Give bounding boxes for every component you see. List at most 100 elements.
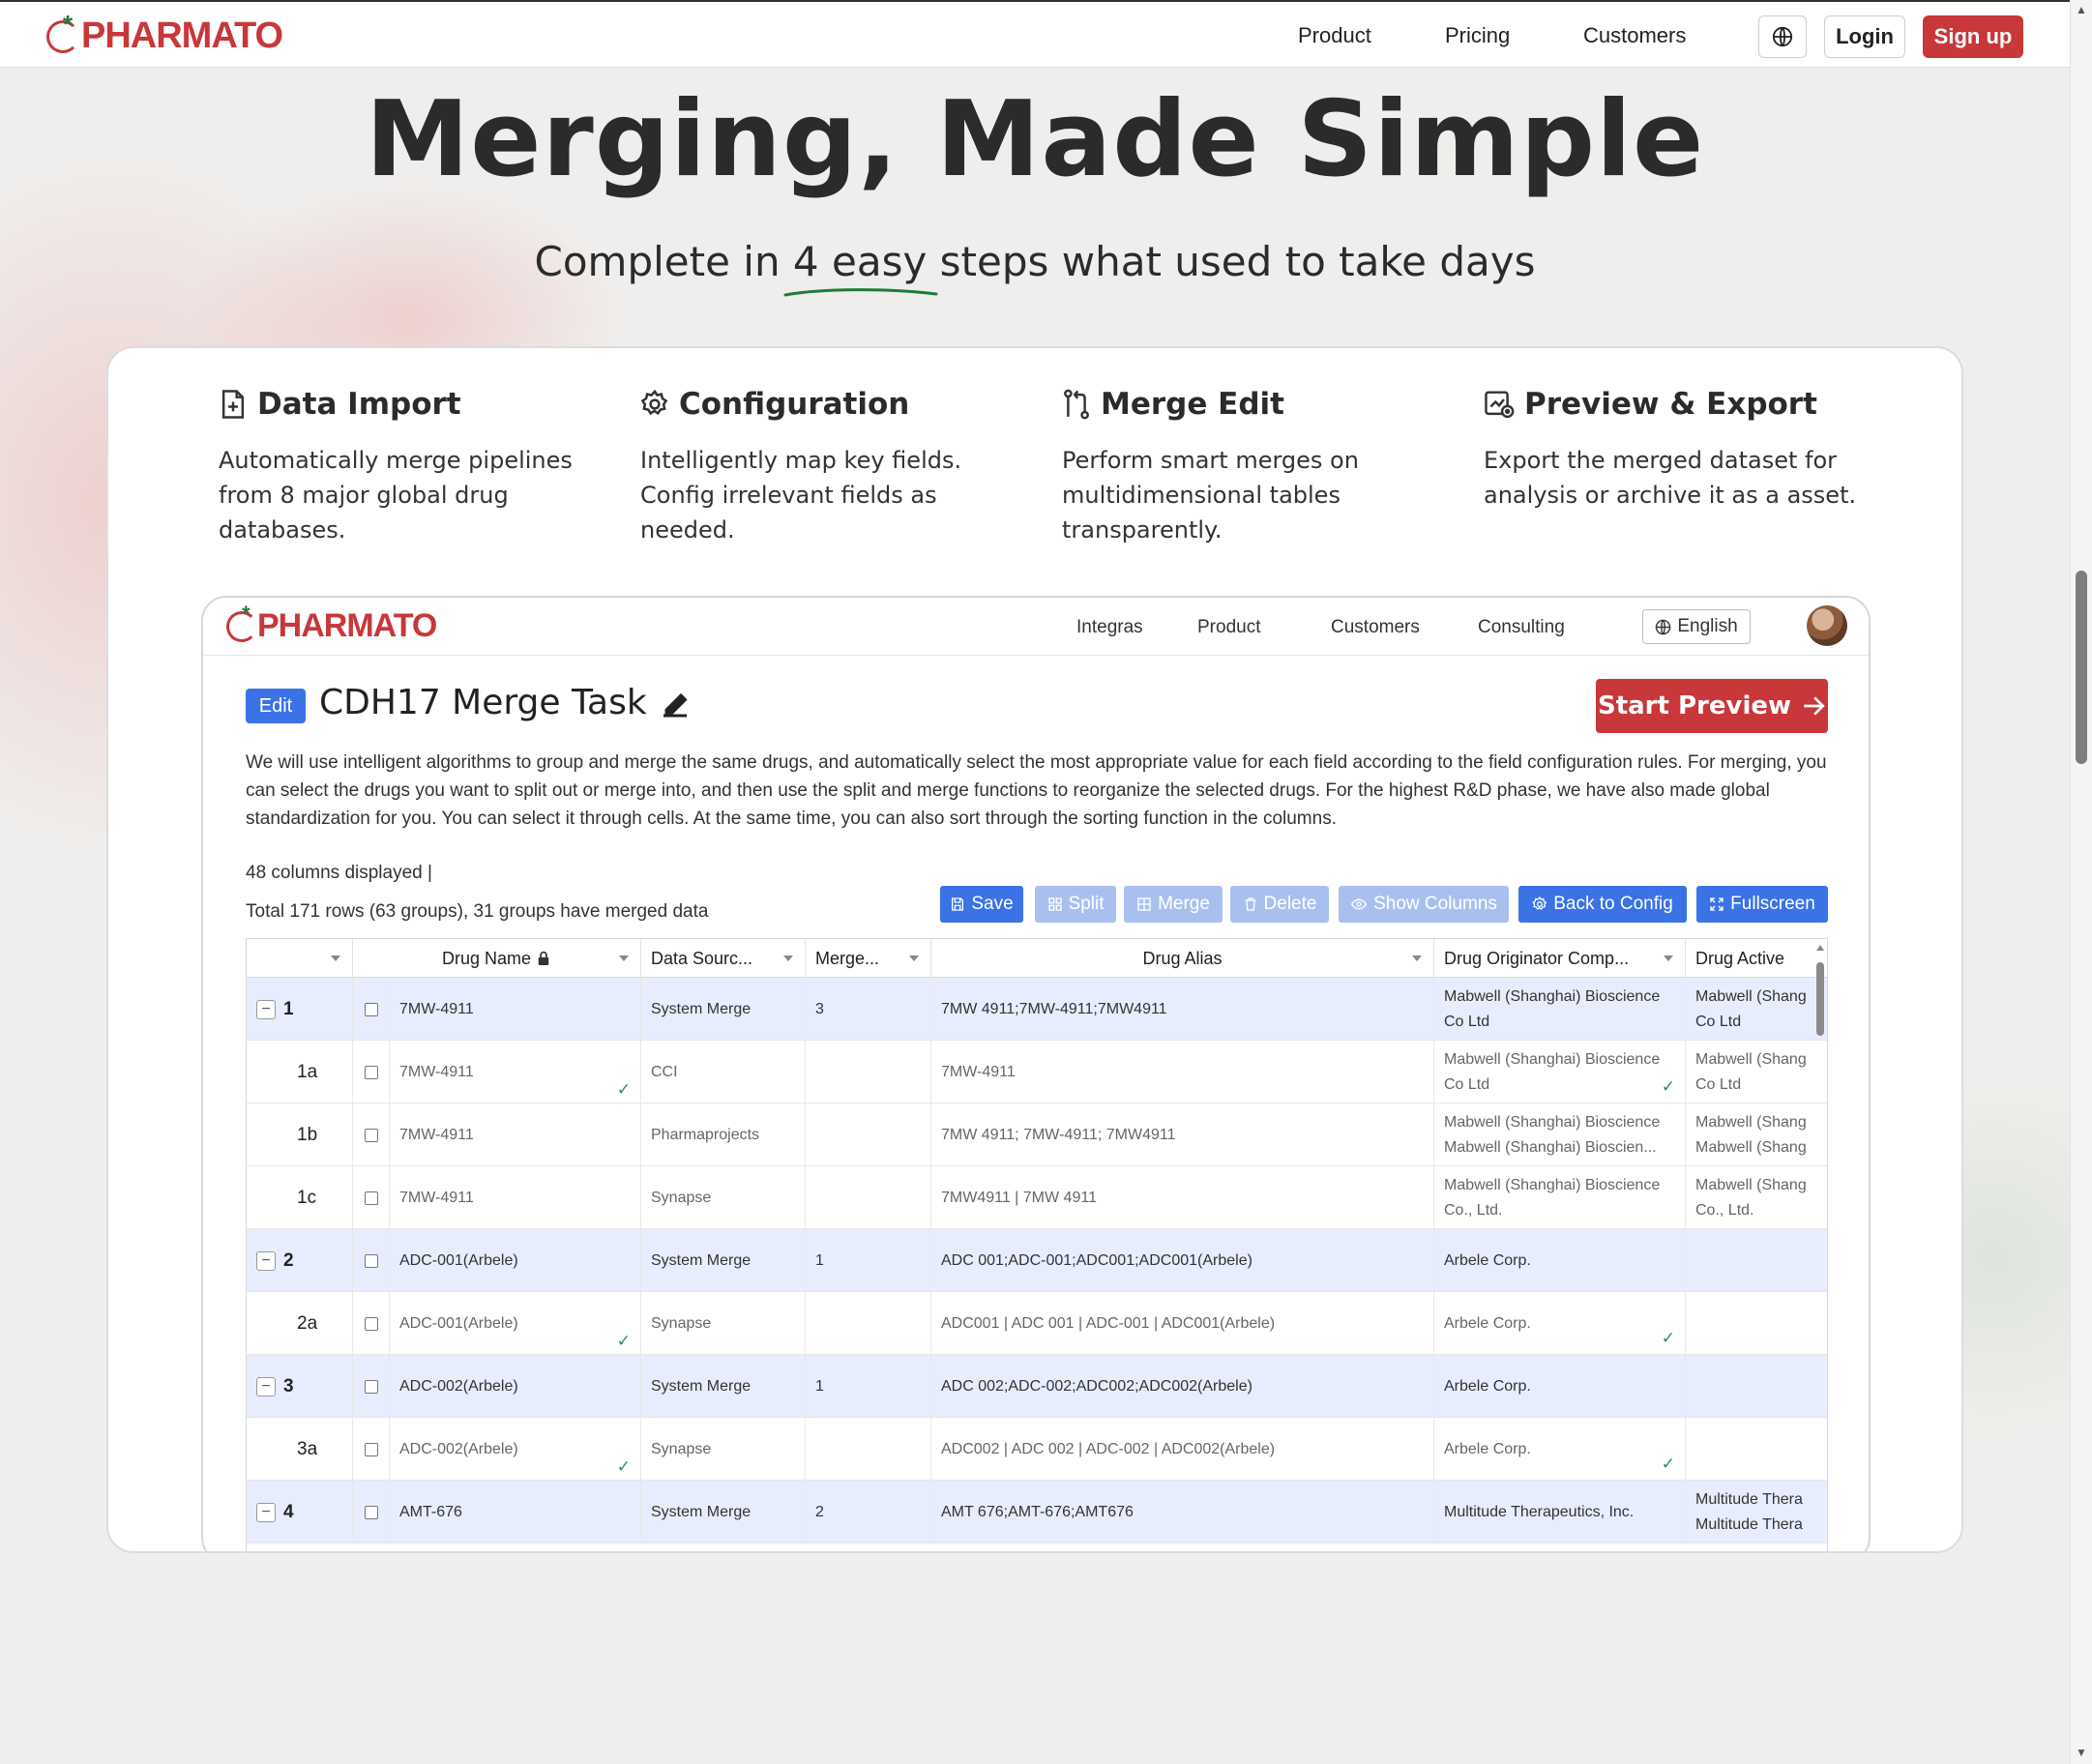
cell-alias[interactable]: ADC002 | ADC 002 | ADC-002 | ADC002(Arbe… xyxy=(931,1418,1434,1481)
pencil-icon[interactable] xyxy=(658,687,692,721)
chevron-down-icon[interactable] xyxy=(619,956,629,961)
collapse-icon[interactable]: − xyxy=(256,999,276,1019)
cell-active[interactable] xyxy=(1686,1229,1827,1292)
cell-name[interactable]: ADC-001(Arbele) ✓ xyxy=(390,1292,641,1355)
cell-alias[interactable]: 7MW 4911;7MW-4911;7MW4911 xyxy=(931,978,1434,1041)
cell-alias[interactable]: AMT 676;AMT-676;AMT676 xyxy=(931,1481,1434,1544)
group-row[interactable]: −3 ADC-002(Arbele) System Merge 1 ADC 002;AD… xyxy=(247,1355,1827,1418)
app-brand-logo[interactable]: * PHARMATO xyxy=(226,602,437,645)
nav-link-product[interactable]: Product xyxy=(1298,23,1371,48)
column-header-drug-alias[interactable]: Drug Alias xyxy=(931,939,1434,978)
scroll-down-icon[interactable]: ▼ xyxy=(2076,1747,2087,1758)
cell-merged[interactable]: 3 xyxy=(806,978,931,1041)
row-checkbox[interactable] xyxy=(364,1442,378,1456)
cell-active[interactable]: Multitude Thera Multitude Thera xyxy=(1686,1481,1827,1544)
cell-name[interactable]: ADC-002(Arbele) xyxy=(390,1355,641,1418)
table-row[interactable]: 1b 7MW-4911 Pharmaprojects 7MW 4911; 7MW-49… xyxy=(247,1103,1827,1166)
chevron-down-icon[interactable] xyxy=(1664,956,1673,961)
collapse-icon[interactable]: − xyxy=(256,1250,276,1271)
cell-alias[interactable]: ADC001 | ADC 001 | ADC-001 | ADC001(Arbe… xyxy=(931,1292,1434,1355)
chevron-down-icon[interactable] xyxy=(331,956,340,961)
cell-originator[interactable]: Arbele Corp. ✓ xyxy=(1434,1292,1686,1355)
cell-originator[interactable]: Arbele Corp. ✓ xyxy=(1434,1418,1686,1481)
nav-link-customers[interactable]: Customers xyxy=(1583,23,1686,48)
table-row[interactable]: 3a ADC-002(Arbele) ✓ Synapse ADC002 | ADC 00… xyxy=(247,1418,1827,1481)
cell-alias[interactable]: ADC 001;ADC-001;ADC001;ADC001(Arbele) xyxy=(931,1229,1434,1292)
row-checkbox[interactable] xyxy=(364,1253,378,1268)
chevron-down-icon[interactable] xyxy=(909,956,919,961)
cell-name[interactable]: 7MW-4911 xyxy=(390,1103,641,1166)
language-select[interactable]: English xyxy=(1642,609,1751,644)
cell-active[interactable] xyxy=(1686,1355,1827,1418)
group-row[interactable]: −2 ADC-001(Arbele) System Merge 1 ADC 001;AD… xyxy=(247,1229,1827,1292)
cell-source[interactable]: System Merge xyxy=(641,978,806,1041)
cell-active[interactable]: Mabwell (Shang Mabwell (Shang xyxy=(1686,1103,1827,1166)
cell-originator[interactable]: Mabwell (Shanghai) Bioscience Co Ltd ✓ xyxy=(1434,1041,1686,1103)
cell-alias[interactable]: 7MW 4911; 7MW-4911; 7MW4911 xyxy=(931,1103,1434,1166)
row-checkbox[interactable] xyxy=(364,1379,378,1394)
fullscreen-button[interactable]: Fullscreen xyxy=(1696,886,1828,923)
cell-merged[interactable] xyxy=(806,1103,931,1166)
table-row[interactable]: 1a 7MW-4911 ✓ CCI 7MW-4911 Mabwell (Shanghai)… xyxy=(247,1041,1827,1103)
merge-button[interactable]: Merge xyxy=(1124,886,1223,923)
cell-active[interactable] xyxy=(1686,1418,1827,1481)
collapse-icon[interactable]: − xyxy=(256,1502,276,1522)
collapse-icon[interactable]: − xyxy=(256,1376,276,1396)
cell-originator[interactable]: Mabwell (Shanghai) Bioscience Mabwell (S… xyxy=(1434,1103,1686,1166)
group-row[interactable]: −1 7MW-4911 System Merge 3 7MW 4911;7MW-4911… xyxy=(247,978,1827,1041)
row-checkbox[interactable] xyxy=(364,1316,378,1331)
app-nav-link-customers[interactable]: Customers xyxy=(1331,617,1420,638)
cell-originator[interactable]: Arbele Corp. xyxy=(1434,1355,1686,1418)
chevron-down-icon[interactable] xyxy=(1412,956,1422,961)
cell-source[interactable]: System Merge xyxy=(641,1355,806,1418)
brand-logo[interactable]: * PHARMATO xyxy=(46,10,283,57)
cell-source[interactable]: Synapse xyxy=(641,1418,806,1481)
save-button[interactable]: Save xyxy=(940,886,1023,923)
cell-originator[interactable]: Arbele Corp. xyxy=(1434,1229,1686,1292)
cell-name[interactable]: AMT-676 xyxy=(390,1481,641,1544)
cell-originator[interactable]: Multitude Therapeutics, Inc. xyxy=(1434,1481,1686,1544)
table-scroll-thumb[interactable] xyxy=(1816,962,1824,1036)
cell-merged[interactable]: 2 xyxy=(806,1481,931,1544)
row-checkbox[interactable] xyxy=(364,1128,378,1142)
column-header-merged[interactable]: Merge... xyxy=(806,939,931,978)
split-button[interactable]: Split xyxy=(1035,886,1116,923)
start-preview-button[interactable]: Start Preview xyxy=(1596,679,1828,733)
cell-active[interactable]: Mabwell (Shang Co Ltd xyxy=(1686,1041,1827,1103)
cell-source[interactable]: System Merge xyxy=(641,1229,806,1292)
back-to-config-button[interactable]: Back to Config xyxy=(1518,886,1687,923)
cell-name[interactable]: ADC-002(Arbele) ✓ xyxy=(390,1418,641,1481)
app-nav-link-integras[interactable]: Integras xyxy=(1076,617,1143,638)
column-header-drug-name[interactable]: Drug Name xyxy=(390,939,641,978)
show-columns-button[interactable]: Show Columns xyxy=(1339,886,1509,923)
column-header-data-source[interactable]: Data Sourc... xyxy=(641,939,806,978)
cell-merged[interactable] xyxy=(806,1418,931,1481)
scroll-up-icon[interactable] xyxy=(1815,943,1825,953)
cell-merged[interactable]: 1 xyxy=(806,1229,931,1292)
cell-active[interactable] xyxy=(1686,1292,1827,1355)
page-scroll-thumb[interactable] xyxy=(2076,571,2087,764)
cell-merged[interactable] xyxy=(806,1166,931,1229)
cell-source[interactable]: Synapse xyxy=(641,1292,806,1355)
column-header-originator[interactable]: Drug Originator Comp... xyxy=(1434,939,1686,978)
cell-merged[interactable] xyxy=(806,1041,931,1103)
cell-name[interactable]: ADC-001(Arbele) xyxy=(390,1229,641,1292)
row-checkbox[interactable] xyxy=(364,1505,378,1519)
avatar[interactable] xyxy=(1807,605,1847,646)
signup-button[interactable]: Sign up xyxy=(1923,15,2023,58)
cell-merged[interactable]: 1 xyxy=(806,1355,931,1418)
chevron-down-icon[interactable] xyxy=(783,956,793,961)
cell-source[interactable]: CCI xyxy=(641,1041,806,1103)
cell-merged[interactable] xyxy=(806,1292,931,1355)
delete-button[interactable]: Delete xyxy=(1230,886,1329,923)
cell-name[interactable]: 7MW-4911 xyxy=(390,978,641,1041)
cell-active[interactable]: Mabwell (Shang Co., Ltd. xyxy=(1686,1166,1827,1229)
cell-name[interactable]: 7MW-4911 ✓ xyxy=(390,1041,641,1103)
cell-alias[interactable]: ADC 002;ADC-002;ADC002;ADC002(Arbele) xyxy=(931,1355,1434,1418)
column-header-drug-active[interactable]: Drug Active xyxy=(1686,939,1827,978)
app-nav-link-consulting[interactable]: Consulting xyxy=(1478,617,1565,638)
table-row[interactable]: 2a ADC-001(Arbele) ✓ Synapse ADC001 | ADC 00… xyxy=(247,1292,1827,1355)
row-checkbox[interactable] xyxy=(364,1191,378,1205)
app-nav-link-product[interactable]: Product xyxy=(1197,617,1260,638)
table-row[interactable]: 1c 7MW-4911 Synapse 7MW4911 | 7MW 4911 Mabwe… xyxy=(247,1166,1827,1229)
